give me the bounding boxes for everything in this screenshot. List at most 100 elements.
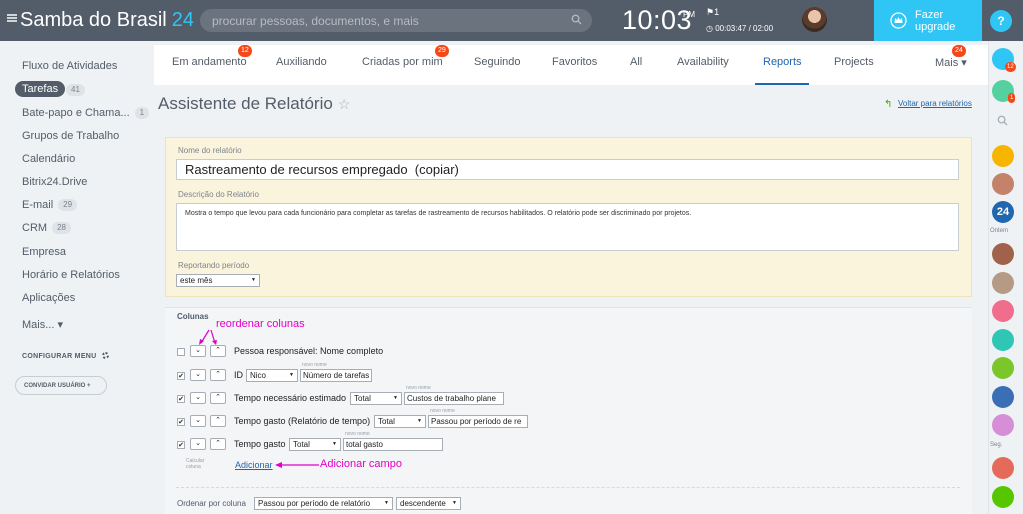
aggregate-select[interactable]: Nico [246,369,298,382]
move-down-button[interactable]: ⌄ [190,369,206,381]
tab-following[interactable]: Seguindo [474,56,521,68]
sidebar-item-tasks[interactable]: Tarefas [15,81,66,97]
reporting-period-select[interactable]: este mês [176,274,260,287]
contact-avatar-icon[interactable] [992,243,1014,265]
annotation-arrows [199,329,217,345]
sidebar-item-drive[interactable]: Bitrix24.Drive [22,176,87,188]
search-icon[interactable] [571,14,582,25]
user-avatar[interactable] [802,7,827,32]
group-icon[interactable] [992,386,1014,408]
aggregate-select[interactable]: Total [350,392,402,405]
sidebar-item-email[interactable]: E-mail 29 [22,199,78,211]
star-icon[interactable]: ☆ [338,96,351,112]
reporting-period-label: Reportando período [178,261,250,270]
logo[interactable]: Samba do Brasil 24 [20,9,194,32]
search-icon[interactable] [997,115,1008,126]
tab-projects[interactable]: Projects [834,56,874,68]
lock-chat-icon[interactable] [992,357,1014,379]
tab-created-by-me[interactable]: Criadas por mim [362,56,443,68]
column-alias-input[interactable] [343,438,443,451]
report-description-input[interactable]: Mostra o tempo que levou para cada funci… [176,203,959,251]
clock[interactable]: 10:03 [622,5,692,36]
page-title: Assistente de Relatório ☆ [158,94,350,114]
tab-all[interactable]: All [630,56,642,68]
column-alias-input[interactable] [300,369,372,382]
chat-badge: 1 [1008,93,1016,103]
bitrix24-icon[interactable]: 24 [992,201,1014,223]
new-name-hint: novo nome [430,408,455,414]
calculate-column-note: Calcular coluna [186,458,204,470]
column-alias-input[interactable] [428,415,528,428]
contact-avatar-icon[interactable] [992,145,1014,167]
tab-more[interactable]: Mais ▾ [935,56,967,69]
move-up-button[interactable]: ⌃ [210,345,226,357]
phone-icon[interactable] [992,486,1014,508]
help-button[interactable]: ? [990,10,1012,32]
sidebar-item-apps[interactable]: Aplicações [22,292,75,304]
move-up-button[interactable]: ⌃ [210,438,226,450]
menu-icon[interactable] [7,14,17,22]
column-alias-input[interactable] [404,392,504,405]
flag-counter[interactable]: ⚑1 [706,7,719,18]
report-name-input[interactable] [176,159,959,180]
sidebar-item-label: Bitrix24.Drive [22,176,88,188]
tab-in-progress[interactable]: Em andamento [172,56,247,68]
tab-reports[interactable]: Reports [763,56,802,68]
move-down-button[interactable]: ⌄ [190,345,206,357]
tab-assisting[interactable]: Auxiliando [276,56,327,68]
aggregate-select[interactable]: Total [289,438,341,451]
sidebar-item-more[interactable]: Mais... ▾ [22,318,63,331]
move-down-button[interactable]: ⌄ [190,438,206,450]
clock-icon: ◷ [706,24,716,33]
sidebar-item-calendar[interactable]: Calendário [22,153,75,165]
annotation-arrow-add [275,462,319,468]
tab-favorites[interactable]: Favoritos [552,56,597,68]
move-down-button[interactable]: ⌄ [190,392,206,404]
flag-icon: ⚑ [706,7,715,17]
contact-avatar-icon[interactable] [992,272,1014,294]
gear-icon [101,352,109,359]
column-checkbox[interactable]: ✔ [177,395,185,403]
move-up-button[interactable]: ⌃ [210,415,226,427]
tab-availability[interactable]: Availability [677,56,729,68]
active-tab-indicator [755,83,809,85]
page-title-text: Assistente de Relatório [158,94,333,113]
configure-menu-link[interactable]: CONFIGURAR MENU [22,352,109,360]
column-checkbox[interactable]: ✔ [177,441,185,449]
back-to-reports-link[interactable]: Voltar para relatórios [898,99,972,108]
sidebar-item-crm[interactable]: CRM 28 [22,222,71,234]
add-column-link[interactable]: Adicionar [235,460,273,470]
sidebar-item-company[interactable]: Empresa [22,246,66,258]
column-checkbox[interactable] [177,348,185,356]
aggregate-select[interactable]: Total [374,415,426,428]
sidebar-item-chat[interactable]: Bate-papo e Chama... 1 [22,107,150,119]
colorful-group-icon[interactable] [992,414,1014,436]
move-down-button[interactable]: ⌄ [190,415,206,427]
move-up-button[interactable]: ⌃ [210,392,226,404]
order-by-column-select[interactable]: Passou por período de relatório [254,497,393,510]
order-direction-select[interactable]: descendente [396,497,461,510]
column-checkbox[interactable]: ✔ [177,418,185,426]
search-chat-icon[interactable] [992,329,1014,351]
work-timer[interactable]: ◷ 00:03:47 / 02:00 [706,24,773,33]
move-up-button[interactable]: ⌃ [210,369,226,381]
invite-user-button[interactable]: CONVIDAR USUÁRIO + [15,376,107,395]
sidebar-item-activity[interactable]: Fluxo de Atividades [22,60,117,72]
crm-count-badge: 28 [52,222,71,234]
label-yesterday: Ontem [990,228,1009,234]
group-chat-icon[interactable] [992,173,1014,195]
column-checkbox[interactable]: ✔ [177,372,185,380]
tab-badge-more: 24 [952,45,966,57]
search-input[interactable] [200,9,592,32]
sidebar-item-time-reports[interactable]: Horário e Relatórios [22,269,120,281]
sidebar-item-label: Mais... ▾ [22,319,63,331]
report-name-label: Nome do relatório [178,146,242,155]
sidebar-item-label: Grupos de Trabalho [22,130,120,142]
crown-icon [890,12,907,29]
group-chat-icon[interactable] [992,300,1014,322]
cube-icon[interactable] [992,457,1014,479]
report-description-label: Descrição do Relatório [178,190,259,199]
sidebar-item-workgroups[interactable]: Grupos de Trabalho [22,130,119,142]
configure-menu-label: CONFIGURAR MENU [22,353,97,360]
sidebar-item-label: Aplicações [22,292,76,304]
